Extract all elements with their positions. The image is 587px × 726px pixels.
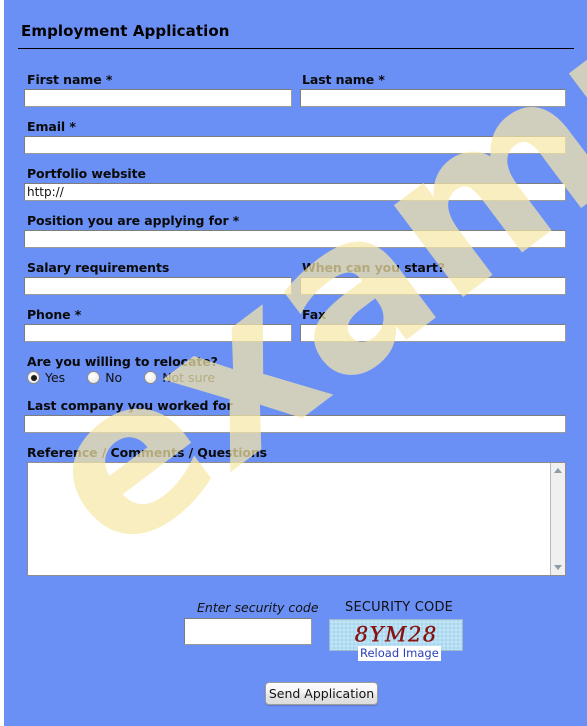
scroll-down-icon[interactable] (551, 560, 565, 575)
email-input[interactable] (24, 136, 566, 154)
send-application-button[interactable]: Send Application (265, 682, 378, 705)
portfolio-website-input[interactable] (24, 183, 566, 201)
security-code-heading: SECURITY CODE (345, 600, 454, 615)
captcha-prompt-label: Enter security code (197, 600, 319, 615)
relocate-option-not-sure[interactable]: Not sure (144, 370, 215, 385)
relocate-radio-group: Yes No Not sure (27, 370, 237, 385)
relocate-option-not-sure-label: Not sure (162, 370, 216, 385)
label-email: Email * (27, 119, 76, 134)
label-first-name: First name * (27, 72, 113, 87)
comments-scrollbar[interactable] (550, 463, 565, 575)
label-last-name: Last name * (302, 72, 385, 87)
label-start-date: When can you start? (302, 260, 445, 275)
page-title: Employment Application (21, 22, 230, 40)
security-code-input[interactable] (184, 618, 312, 645)
form-content: Employment Application First name * Last… (4, 0, 587, 726)
relocate-option-yes-label: Yes (45, 370, 66, 385)
radio-no-icon[interactable] (87, 371, 101, 384)
label-position: Position you are applying for * (27, 213, 240, 228)
form-sheet: Employment Application First name * Last… (4, 0, 587, 726)
label-last-company: Last company you worked for (27, 398, 233, 413)
position-input[interactable] (24, 230, 566, 248)
first-name-input[interactable] (24, 89, 292, 107)
label-fax: Fax (302, 307, 327, 322)
label-comments: Reference / Comments / Questions (27, 445, 268, 460)
relocate-option-yes[interactable]: Yes (27, 370, 65, 385)
last-name-input[interactable] (300, 89, 566, 107)
comments-textarea-wrap (27, 462, 566, 576)
comments-textarea[interactable] (27, 462, 566, 576)
salary-input[interactable] (24, 277, 292, 295)
last-company-input[interactable] (24, 415, 566, 433)
radio-not-sure-icon[interactable] (144, 371, 158, 384)
captcha-code-text: 8YM28 (354, 622, 438, 647)
application-page: Employment Application First name * Last… (0, 0, 587, 726)
label-portfolio-website: Portfolio website (27, 166, 146, 181)
relocate-option-no-label: No (105, 370, 123, 385)
label-phone: Phone * (27, 307, 82, 322)
label-salary: Salary requirements (27, 260, 170, 275)
radio-yes-icon[interactable] (27, 371, 40, 384)
relocate-option-no[interactable]: No (87, 370, 122, 385)
fax-input[interactable] (300, 324, 566, 342)
phone-input[interactable] (24, 324, 292, 342)
reload-image-link[interactable]: Reload Image (358, 646, 441, 661)
start-date-input[interactable] (300, 277, 566, 295)
scroll-up-icon[interactable] (551, 463, 565, 478)
title-divider (18, 48, 574, 49)
label-relocate: Are you willing to relocate? (27, 354, 218, 369)
